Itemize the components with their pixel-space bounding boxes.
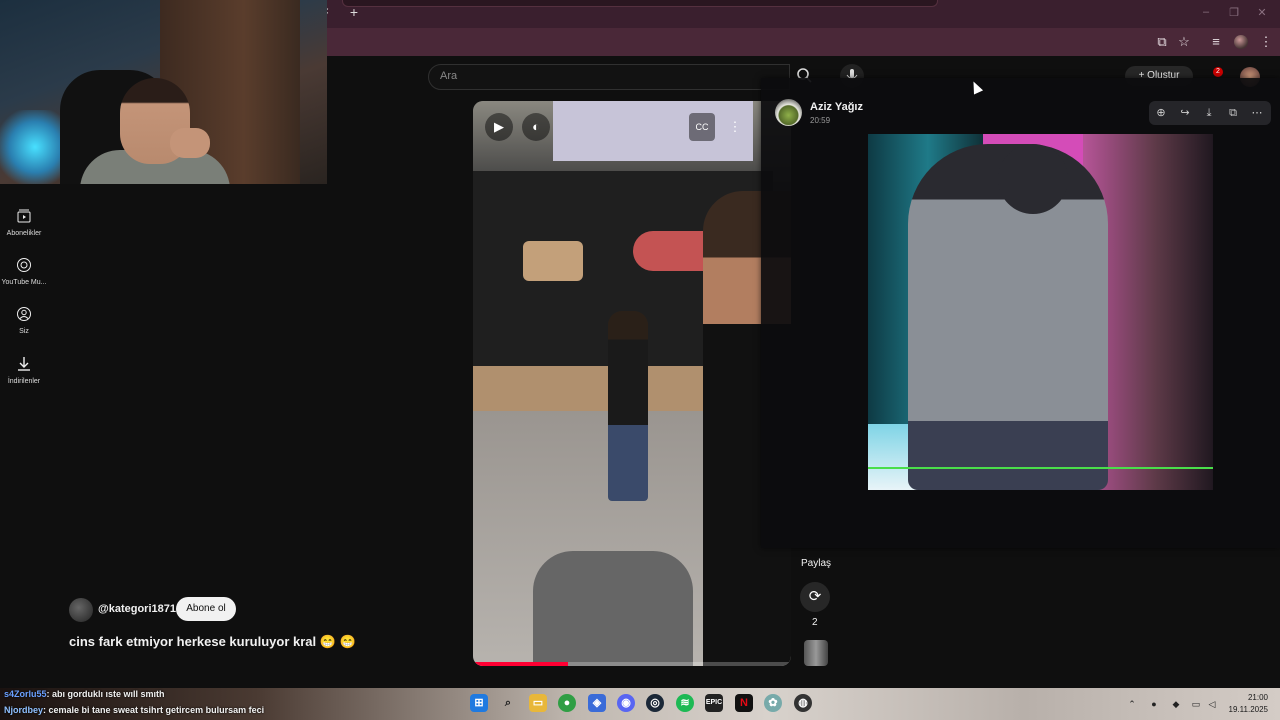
message-time: 20:59 [810,116,831,125]
youtube-music-icon [17,258,31,272]
streamer-webcam [0,0,327,184]
window-close-button[interactable]: ✕ [1252,6,1272,20]
network-icon[interactable]: ▭ [1190,698,1202,710]
you-icon [17,307,31,321]
subscriptions-icon [17,209,31,223]
sidebar-item-you[interactable]: Siz [0,306,48,335]
video-caption: cins fark etmiyor herkese kuruluyor kral… [69,634,356,649]
bookmark-star-icon[interactable]: ☆ [1176,34,1192,50]
system-date[interactable]: 19.11.2025 [1218,705,1268,714]
volume-tray-icon[interactable]: ◁ [1206,698,1218,710]
sidebar-item-label: YouTube Mu... [1,279,47,286]
browser-profile-avatar[interactable] [1234,35,1248,49]
install-app-icon[interactable]: ⧉ [1154,34,1170,50]
app-icon[interactable]: ◈ [588,694,606,712]
sidebar-item-label: Abonelikler [6,230,42,237]
stream-chat: s4Zorlu55: abı gorduklı ıste wıll smıth … [0,686,460,720]
more-options-icon[interactable]: ⋮ [721,113,749,141]
browser-toolbar [327,28,1280,56]
browser-tab-strip[interactable] [342,0,938,7]
app-icon[interactable]: ✿ [764,694,782,712]
obs-icon[interactable]: ◍ [794,694,812,712]
maximize-button[interactable]: ❐ [1224,6,1244,20]
captions-icon[interactable]: CC [689,113,715,141]
chat-text: : cemale bi tane sweat tsihrt getircem b… [43,705,265,715]
downloads-icon [18,357,30,371]
sender-avatar[interactable] [775,99,802,126]
chat-message: Njordbey: cemale bi tane sweat tsihrt ge… [4,705,264,715]
forward-icon[interactable]: ↪ [1177,105,1193,121]
short-video-player[interactable]: ▶ ◐ CC ⋮ [473,101,791,666]
sidebar-item-label: İndirilenler [7,378,41,385]
remix-button[interactable]: ⟳ [800,582,830,612]
volume-icon[interactable]: ◐ [522,113,550,141]
video-progress-fill [473,662,569,666]
search-taskbar-icon[interactable]: ⌕ [499,694,517,712]
chat-text: : abı gorduklı ıste wıll smıth [46,689,165,699]
play-button[interactable]: ▶ [485,113,513,141]
share-label[interactable]: Paylaş [801,558,831,569]
epic-games-icon[interactable]: EPIC [705,694,723,712]
zoom-icon[interactable]: ⊕ [1153,105,1169,121]
discord-icon[interactable]: ◉ [617,694,635,712]
chat-username: Njordbey [4,705,44,715]
system-clock[interactable]: 21:00 [1228,693,1268,702]
open-external-icon[interactable]: ⧉ [1225,105,1241,121]
start-icon[interactable]: ⊞ [470,694,488,712]
netflix-icon[interactable]: N [735,694,753,712]
sidebar-item-label: Siz [19,328,29,335]
more-icon[interactable]: ⋯ [1249,105,1265,121]
browser-menu-icon[interactable]: ⋮ [1258,34,1274,50]
media-controls-icon[interactable]: ≡ [1208,34,1224,50]
channel-avatar[interactable] [69,598,93,622]
subscribe-button[interactable]: Abone ol [176,597,236,621]
steam-icon[interactable]: ◎ [646,694,664,712]
chrome-icon[interactable]: ● [558,694,576,712]
spotify-icon[interactable]: ≋ [676,694,694,712]
channel-name[interactable]: @kategori1871 [98,603,176,615]
sidebar-item-subscriptions[interactable]: Abonelikler [0,208,48,237]
chat-username: s4Zorlu55 [4,689,47,699]
sidebar-item-downloads[interactable]: İndirilenler [0,356,48,385]
minimize-button[interactable]: – [1196,6,1216,20]
tray-expand-icon[interactable]: ⌃ [1126,698,1138,710]
sidebar-item-youtube-music[interactable]: YouTube Mu... [0,257,48,286]
tray-app-icon[interactable]: ● [1148,698,1160,710]
file-explorer-icon[interactable]: ▭ [529,694,547,712]
notification-badge[interactable]: 2 [1213,67,1223,77]
download-icon[interactable]: ⤓ [1201,105,1217,121]
remix-count: 2 [812,617,818,628]
sender-name[interactable]: Aziz Yağız [810,101,863,113]
viewer-media[interactable] [868,134,1213,490]
new-tab-button[interactable]: + [346,4,362,20]
chat-message: s4Zorlu55: abı gorduklı ıste wıll smıth [4,689,165,699]
search-input[interactable] [428,64,790,90]
sound-thumbnail[interactable] [804,640,828,666]
search-placeholder: Ara [440,70,458,82]
tray-app-icon[interactable]: ◆ [1170,698,1182,710]
